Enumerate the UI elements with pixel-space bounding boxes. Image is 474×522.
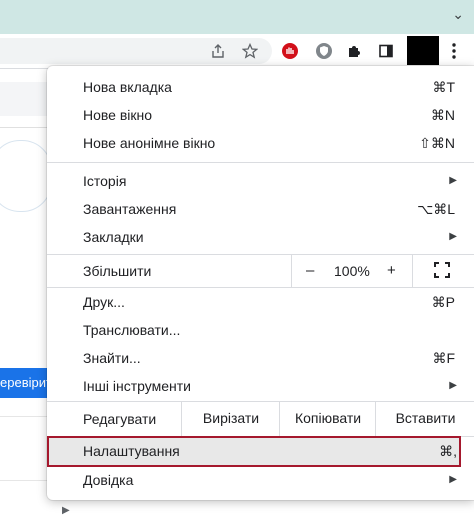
kebab-menu-icon[interactable] bbox=[443, 40, 465, 62]
menu-item-new-tab[interactable]: Нова вкладка ⌘T bbox=[47, 73, 474, 101]
divider bbox=[0, 127, 50, 128]
menu-item-print[interactable]: Друк... ⌘P bbox=[47, 288, 474, 316]
menu-item-label: Історія bbox=[83, 173, 127, 189]
address-bar[interactable] bbox=[0, 38, 272, 64]
menu-item-label: Інші інструменти bbox=[83, 378, 191, 394]
verify-button[interactable]: еревірит bbox=[0, 368, 50, 398]
menu-item-cast[interactable]: Транслювати... bbox=[47, 316, 474, 344]
menu-item-more-tools[interactable]: Інші інструменти ▶ bbox=[47, 372, 474, 400]
edit-row: Редагувати Вирізати Копіювати Вставити bbox=[47, 401, 474, 436]
divider bbox=[0, 416, 50, 417]
menu-item-label: Нове вікно bbox=[83, 107, 153, 123]
zoom-level: 100% bbox=[334, 263, 370, 279]
copy-button[interactable]: Копіювати bbox=[279, 401, 376, 436]
menu-item-label: Довідка bbox=[83, 472, 134, 488]
page-banner bbox=[0, 82, 50, 116]
menu-item-shortcut: ⇧⌘N bbox=[419, 135, 455, 151]
zoom-in-button[interactable]: + bbox=[387, 262, 396, 279]
zoom-label: Збільшити bbox=[83, 263, 152, 279]
menu-item-shortcut: ⌘, bbox=[439, 443, 457, 459]
submenu-arrow-icon: ▶ bbox=[449, 175, 457, 186]
menu-item-label: Нове анонімне вікно bbox=[83, 135, 216, 151]
menu-item-shortcut: ⌘P bbox=[431, 294, 455, 310]
menu-item-help[interactable]: Довідка ▶ bbox=[47, 466, 474, 494]
shield-extension-icon[interactable] bbox=[313, 40, 335, 62]
tab-strip: ⌄ bbox=[0, 0, 474, 34]
menu-item-shortcut: ⌥⌘L bbox=[417, 201, 455, 217]
submenu-arrow-icon: ▶ bbox=[449, 474, 457, 485]
expand-arrow-icon[interactable]: ▶ bbox=[62, 505, 70, 516]
cloud-illustration bbox=[0, 140, 52, 212]
sidepanel-icon[interactable] bbox=[375, 40, 397, 62]
menu-item-shortcut: ⌘T bbox=[432, 79, 455, 95]
menu-item-new-incognito-window[interactable]: Нове анонімне вікно ⇧⌘N bbox=[47, 129, 474, 157]
tab-search-chevron-icon[interactable]: ⌄ bbox=[452, 6, 464, 23]
menu-item-label: Нова вкладка bbox=[83, 79, 172, 95]
divider bbox=[0, 480, 50, 481]
menu-item-label: Завантаження bbox=[83, 201, 177, 217]
menu-item-settings[interactable]: Налаштування ⌘, bbox=[47, 436, 461, 467]
menu-item-bookmarks[interactable]: Закладки ▶ bbox=[47, 223, 474, 251]
edit-label: Редагувати bbox=[83, 411, 157, 427]
ublock-icon[interactable] bbox=[279, 40, 301, 62]
menu-item-shortcut: ⌘N bbox=[430, 107, 455, 123]
cut-button[interactable]: Вирізати bbox=[181, 401, 280, 436]
menu-item-downloads[interactable]: Завантаження ⌥⌘L bbox=[47, 195, 474, 223]
menu-item-new-window[interactable]: Нове вікно ⌘N bbox=[47, 101, 474, 129]
fullscreen-icon[interactable] bbox=[432, 260, 452, 280]
menu-item-history[interactable]: Історія ▶ bbox=[47, 167, 474, 195]
star-icon[interactable] bbox=[239, 40, 261, 62]
submenu-arrow-icon: ▶ bbox=[449, 380, 457, 391]
paste-button[interactable]: Вставити bbox=[375, 401, 474, 436]
menu-item-label: Знайти... bbox=[83, 350, 141, 366]
menu-separator bbox=[47, 162, 474, 163]
menu-item-label: Закладки bbox=[83, 229, 144, 245]
menu-item-shortcut: ⌘F bbox=[432, 350, 455, 366]
menu-item-find[interactable]: Знайти... ⌘F bbox=[47, 344, 474, 372]
share-icon[interactable] bbox=[207, 40, 229, 62]
submenu-arrow-icon: ▶ bbox=[449, 231, 457, 242]
zoom-row: Збільшити – 100% + bbox=[47, 254, 474, 287]
menu-item-label: Налаштування bbox=[83, 443, 180, 459]
chrome-main-menu: Нова вкладка ⌘T Нове вікно ⌘N Нове аноні… bbox=[47, 66, 474, 500]
zoom-out-button[interactable]: – bbox=[306, 262, 314, 279]
menu-item-label: Транслювати... bbox=[83, 322, 181, 338]
profile-avatar[interactable] bbox=[407, 36, 439, 65]
zoom-controls: – 100% + bbox=[291, 254, 413, 287]
puzzle-extensions-icon[interactable] bbox=[343, 40, 365, 62]
menu-item-label: Друк... bbox=[83, 294, 125, 310]
